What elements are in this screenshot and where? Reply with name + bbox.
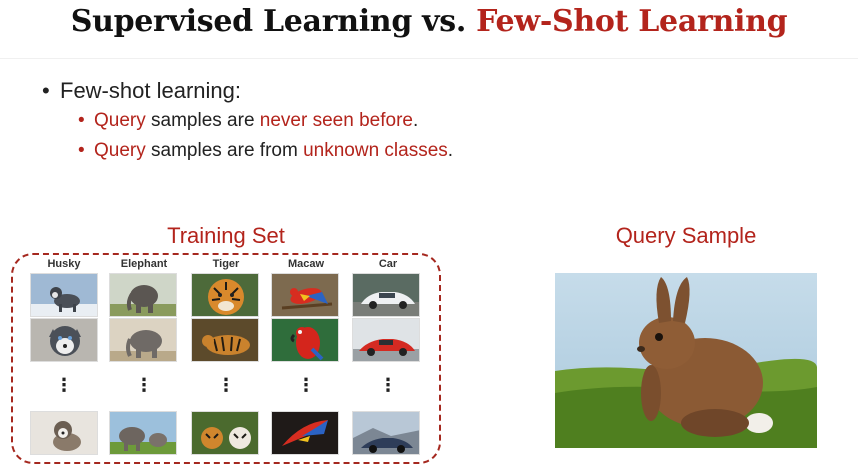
sub2-query: Query xyxy=(94,140,146,161)
husky-image xyxy=(30,273,98,317)
macaw-image xyxy=(271,318,339,362)
elephant-image xyxy=(109,273,177,317)
slide-title: Supervised Learning vs. Few-Shot Learnin… xyxy=(0,4,858,39)
class-label-macaw: Macaw xyxy=(287,258,325,270)
husky-image xyxy=(30,318,98,362)
sub2-text: samples are from xyxy=(145,140,304,161)
bullet-dot: • xyxy=(42,78,50,103)
sub-bullet-2: • Query samples are from unknown classes. xyxy=(78,140,453,162)
class-label-elephant: Elephant xyxy=(120,258,168,270)
sub-bullet-1: • Query samples are never seen before. xyxy=(78,110,418,132)
husky-image xyxy=(30,411,98,455)
sub1-text: samples are xyxy=(145,110,260,131)
class-label-tiger: Tiger xyxy=(212,258,240,270)
class-label-husky: Husky xyxy=(47,258,81,270)
sub-bullet-dot: • xyxy=(78,140,85,161)
sub2-emph: unknown classes xyxy=(303,140,448,161)
more-macaw-dots: ⋮ xyxy=(297,375,315,395)
car-image xyxy=(352,273,420,317)
sub-bullet-dot: • xyxy=(78,110,85,131)
query-rabbit-image xyxy=(555,273,817,448)
sub1-query: Query xyxy=(94,110,146,131)
more-tiger-dots: ⋮ xyxy=(217,375,235,395)
bullet-main-text: Few-shot learning: xyxy=(60,78,241,103)
tiger-image xyxy=(191,411,259,455)
elephant-image xyxy=(109,411,177,455)
more-elephant-dots: ⋮ xyxy=(135,375,153,395)
title-divider xyxy=(0,58,858,59)
car-image xyxy=(352,318,420,362)
car-image xyxy=(352,411,420,455)
title-part-2: Few-Shot Learning xyxy=(476,4,788,39)
bullet-few-shot: • Few-shot learning: xyxy=(42,78,241,104)
macaw-image xyxy=(271,273,339,317)
tiger-image xyxy=(191,318,259,362)
sub2-end: . xyxy=(447,140,454,161)
macaw-image xyxy=(271,411,339,455)
more-husky-dots: ⋮ xyxy=(55,375,73,395)
title-part-1: Supervised Learning vs. xyxy=(70,4,477,39)
tiger-image xyxy=(191,273,259,317)
sub1-end: . xyxy=(412,110,419,131)
more-car-dots: ⋮ xyxy=(379,375,397,395)
training-set-label: Training Set xyxy=(167,223,285,248)
elephant-image xyxy=(109,318,177,362)
query-sample-label: Query Sample xyxy=(615,223,757,248)
sub1-emph: never seen before xyxy=(259,110,413,131)
class-label-car: Car xyxy=(378,258,398,270)
